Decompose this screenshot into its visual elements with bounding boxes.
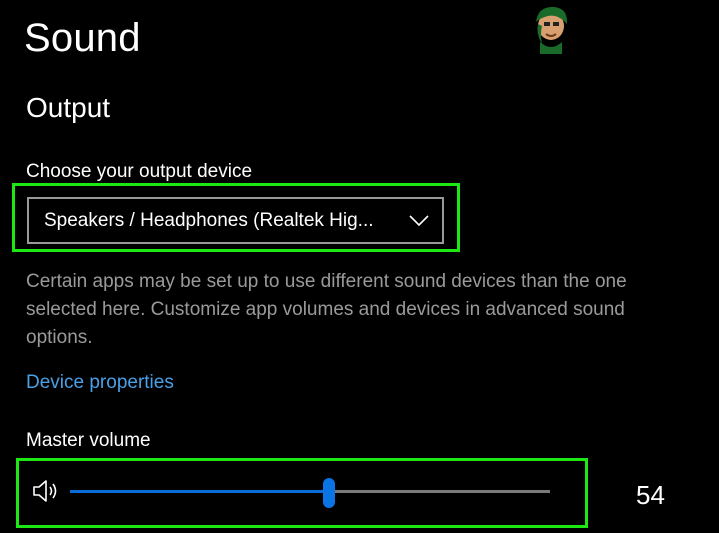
master-volume-value: 54 [636, 480, 665, 510]
output-device-value: Speakers / Headphones (Realtek Hig... [44, 209, 374, 231]
output-device-label: Choose your output device [26, 161, 253, 182]
sound-page-title: Sound [24, 16, 141, 60]
device-properties-link[interactable]: Device properties [26, 371, 174, 395]
chevron-down-icon [409, 214, 429, 226]
slider-fill [70, 490, 329, 493]
output-help-text: Certain apps may be set up to use differ… [26, 271, 627, 348]
slider-thumb[interactable] [323, 478, 335, 508]
master-volume-label: Master volume [26, 430, 151, 451]
master-volume-slider[interactable] [70, 478, 550, 508]
output-section-title: Output [26, 92, 111, 123]
speaker-icon[interactable] [32, 479, 60, 503]
output-device-dropdown[interactable]: Speakers / Headphones (Realtek Hig... [27, 197, 444, 244]
appuals-logo-icon [536, 6, 568, 54]
